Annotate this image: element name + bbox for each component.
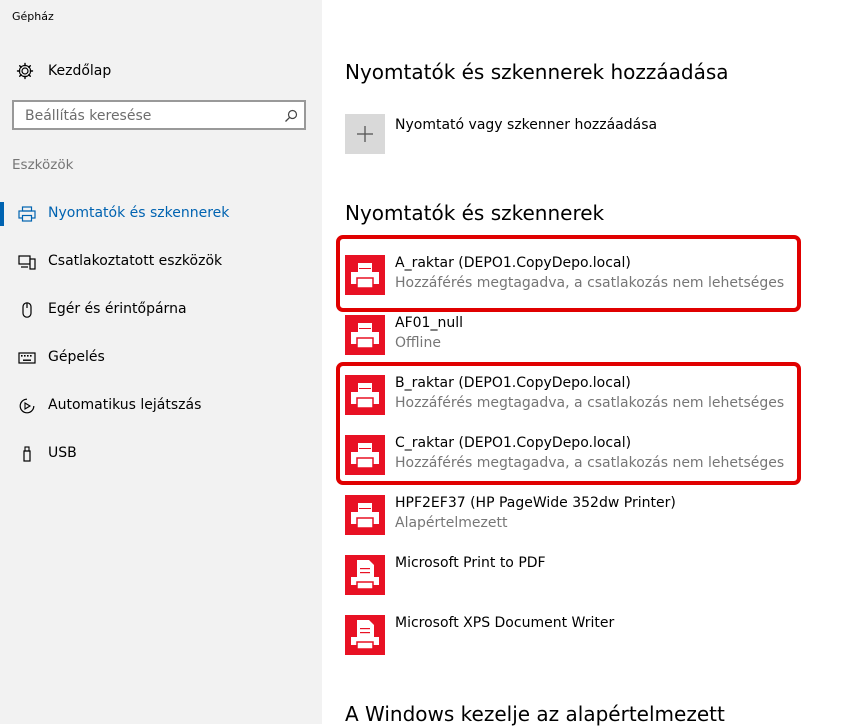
sidebar-item-connected-devices[interactable]: Csatlakoztatott eszközök	[0, 244, 322, 280]
highlight-box	[336, 235, 801, 312]
printer-item-ms-print-to-pdf[interactable]: Microsoft Print to PDF	[345, 555, 795, 603]
sidebar-item-printers[interactable]: Nyomtatók és szkennerek	[0, 196, 322, 232]
printer-name: HPF2EF37 (HP PageWide 352dw Printer)	[395, 495, 676, 511]
printer-status: Offline	[395, 335, 441, 351]
home-link[interactable]: Kezdőlap	[16, 61, 111, 81]
printer-name: Microsoft XPS Document Writer	[395, 615, 615, 631]
add-printer-button[interactable]	[345, 114, 385, 154]
autoplay-icon	[19, 398, 35, 414]
home-label: Kezdőlap	[48, 63, 112, 79]
printer-icon	[351, 323, 379, 349]
printer-item-af01[interactable]: AF01_null Offline	[345, 315, 795, 363]
sidebar-item-label: Automatikus lejátszás	[48, 397, 202, 413]
sidebar-item-label: Gépelés	[48, 349, 105, 365]
add-printer-label[interactable]: Nyomtató vagy szkenner hozzáadása	[395, 117, 657, 133]
document-printer-icon	[351, 620, 379, 650]
highlight-box	[336, 362, 801, 485]
printer-tile	[345, 555, 385, 595]
search-placeholder: Beállítás keresése	[25, 108, 152, 124]
usb-icon	[23, 446, 31, 462]
printer-name: AF01_null	[395, 315, 463, 331]
mouse-icon	[22, 302, 32, 318]
sidebar-item-label: Nyomtatók és szkennerek	[48, 205, 230, 221]
printer-tile	[345, 495, 385, 535]
search-input[interactable]: Beállítás keresése	[12, 100, 306, 130]
printer-name: Microsoft Print to PDF	[395, 555, 546, 571]
sidebar-item-autoplay[interactable]: Automatikus lejátszás	[0, 388, 322, 424]
sidebar-item-mouse[interactable]: Egér és érintőpárna	[0, 292, 322, 328]
printer-icon	[351, 503, 379, 529]
keyboard-icon	[18, 352, 36, 364]
sidebar-item-label: USB	[48, 445, 77, 461]
sidebar-item-label: Egér és érintőpárna	[48, 301, 187, 317]
default-printer-heading: A Windows kezelje az alapértelmezett	[345, 702, 725, 726]
printer-item-ms-xps-writer[interactable]: Microsoft XPS Document Writer	[345, 615, 795, 663]
plus-icon	[357, 126, 373, 142]
devices-icon	[18, 255, 36, 270]
gear-icon	[16, 62, 34, 80]
printer-tile	[345, 615, 385, 655]
printer-icon	[18, 206, 36, 222]
add-printers-heading: Nyomtatók és szkennerek hozzáadása	[345, 60, 729, 84]
printer-item-hpf2ef37[interactable]: HPF2EF37 (HP PageWide 352dw Printer) Ala…	[345, 495, 795, 543]
sidebar: Gépház Kezdőlap Beállítás keresése Eszkö…	[0, 0, 322, 724]
printer-tile	[345, 315, 385, 355]
sidebar-item-typing[interactable]: Gépelés	[0, 340, 322, 376]
sidebar-item-label: Csatlakoztatott eszközök	[48, 253, 223, 269]
sidebar-item-usb[interactable]: USB	[0, 436, 322, 472]
search-icon[interactable]	[284, 109, 298, 123]
printer-status: Alapértelmezett	[395, 515, 508, 531]
printers-heading: Nyomtatók és szkennerek	[345, 201, 605, 225]
app-title: Gépház	[12, 10, 54, 23]
section-label: Eszközök	[12, 157, 74, 173]
document-printer-icon	[351, 560, 379, 590]
